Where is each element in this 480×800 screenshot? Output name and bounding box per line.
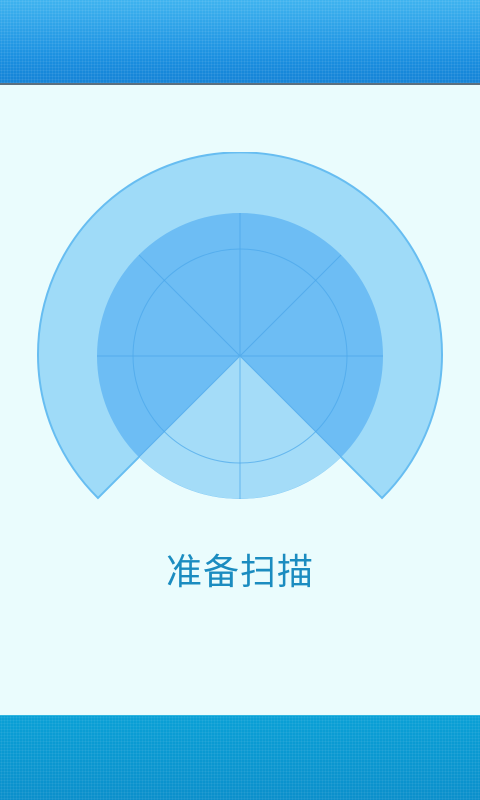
radar-grid-lines — [97, 213, 383, 499]
scan-panel: 准备扫描 — [0, 85, 480, 715]
bottom-bar — [0, 715, 480, 800]
radar-scanner-icon — [37, 152, 443, 500]
top-bar — [0, 0, 480, 85]
scan-status-label: 准备扫描 — [165, 552, 314, 593]
